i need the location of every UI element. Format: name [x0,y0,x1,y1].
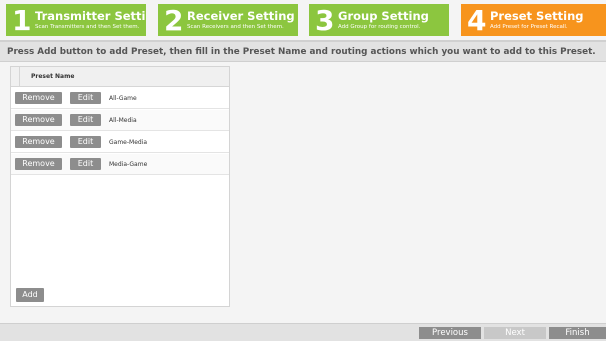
preset-name: Game-Media [109,139,148,146]
footer-bar: Previous Next Finish [0,323,606,341]
step-title: Transmitter Setting [35,9,146,23]
edit-button[interactable]: Edit [70,158,101,170]
column-header-preset-name: Preset Name [31,73,75,80]
remove-button[interactable]: Remove [15,92,62,104]
remove-button[interactable]: Remove [15,114,62,126]
table-row: Remove Edit All-Game [11,88,229,109]
finish-button[interactable]: Finish [549,327,606,339]
add-button[interactable]: Add [16,288,44,302]
table-row: Remove Edit All-Media [11,110,229,131]
header-divider [19,67,20,87]
edit-button[interactable]: Edit [70,136,101,148]
edit-button[interactable]: Edit [70,92,101,104]
step-title: Preset Setting [490,9,584,23]
step-description: Add Group for routing control. [338,24,421,30]
preset-name: All-Media [109,117,137,124]
step-title: Group Setting [338,9,429,23]
instruction-text: Press Add button to add Preset, then fil… [0,40,606,62]
next-button: Next [484,327,546,339]
table-row: Remove Edit Game-Media [11,132,229,153]
table-header: Preset Name [11,67,229,87]
preset-name: All-Game [109,95,137,102]
step-description: Scan Transmitters and then Set them. [35,24,140,30]
step-transmitter-setting[interactable]: 1 Transmitter Setting Scan Transmitters … [6,4,146,36]
remove-button[interactable]: Remove [15,136,62,148]
table-row: Remove Edit Media-Game [11,154,229,175]
step-receiver-setting[interactable]: 2 Receiver Setting Scan Receivers and th… [158,4,298,36]
step-number: 2 [164,4,184,36]
previous-button[interactable]: Previous [419,327,481,339]
step-number: 4 [467,4,487,36]
step-number: 1 [12,4,32,36]
step-title: Receiver Setting [187,9,295,23]
step-number: 3 [315,4,335,36]
wizard-steps: 1 Transmitter Setting Scan Transmitters … [0,0,606,40]
step-group-setting[interactable]: 3 Group Setting Add Group for routing co… [309,4,449,36]
preset-table: Preset Name Remove Edit All-Game Remove … [10,66,230,307]
step-description: Add Preset for Preset Recall. [490,24,568,30]
step-preset-setting[interactable]: 4 Preset Setting Add Preset for Preset R… [461,4,606,36]
step-description: Scan Receivers and then Set them. [187,24,284,30]
preset-name: Media-Game [109,161,148,168]
remove-button[interactable]: Remove [15,158,62,170]
edit-button[interactable]: Edit [70,114,101,126]
